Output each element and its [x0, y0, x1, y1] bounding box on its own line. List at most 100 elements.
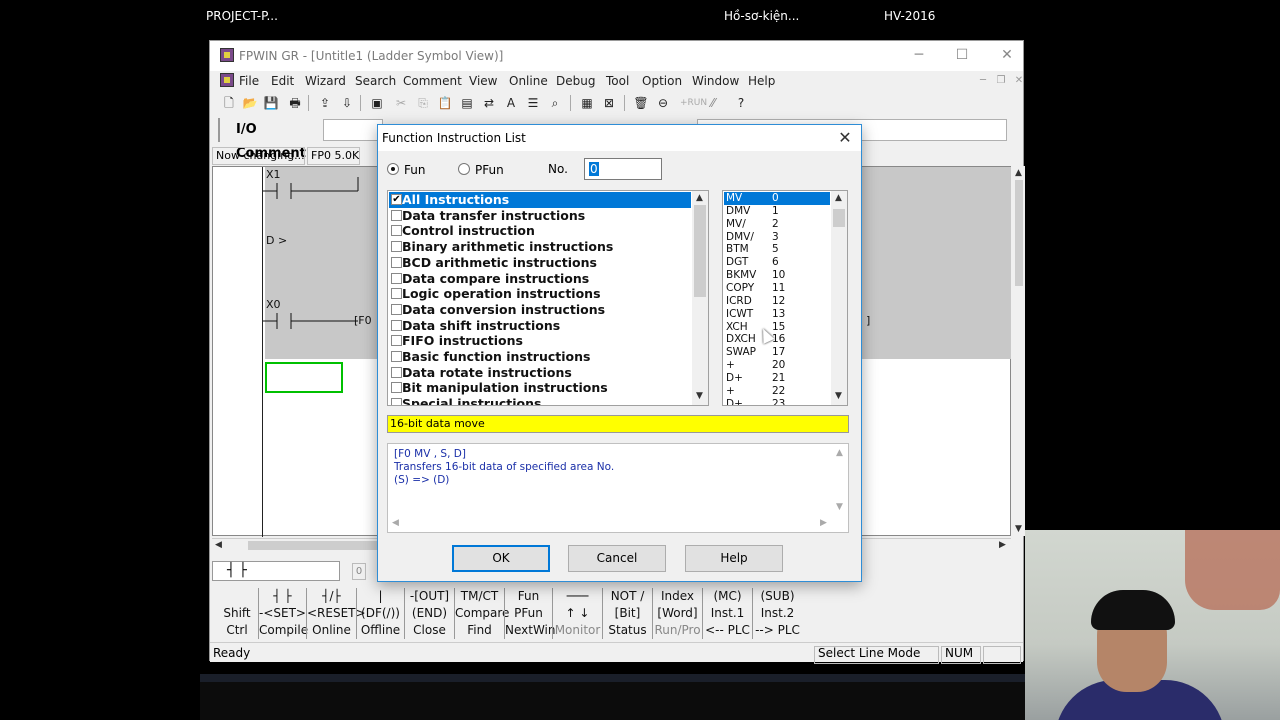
compile-icon[interactable]: ▣	[368, 94, 386, 112]
instruction-code-list[interactable]: ▲ ▼ MV 0 DMV 1 MV/2 DMV/3 BTM 5 DGT 6 BKMV 10 COPY 11…	[722, 190, 848, 406]
contact-x1[interactable]	[263, 177, 363, 203]
menu-view[interactable]: View	[469, 74, 497, 88]
clear-icon[interactable]: 🗑	[632, 94, 650, 112]
fkey-button[interactable]: Inst.1	[702, 605, 752, 622]
category-checkbox[interactable]	[391, 382, 402, 394]
insert-row-icon[interactable]: ▤	[458, 94, 476, 112]
fkey-button[interactable]: <RESET>	[306, 605, 366, 622]
fkey-button[interactable]: ┤/├	[306, 588, 356, 605]
fkey-button[interactable]: Status	[602, 622, 652, 639]
category-item[interactable]: BCD arithmetic instructions	[389, 255, 691, 271]
convert-icon[interactable]: ⇄	[480, 94, 498, 112]
window-titlebar[interactable]: FPWIN GR - [Untitle1 (Ladder Symbol View…	[210, 41, 1023, 71]
fkey-button[interactable]: ───	[552, 588, 602, 605]
code-item[interactable]: MV 0	[724, 192, 830, 205]
code-item[interactable]: DMV 1	[724, 205, 830, 218]
fun-radio[interactable]	[387, 163, 399, 175]
code-item[interactable]: MV/2	[724, 218, 830, 231]
fkey-button[interactable]: Index	[652, 588, 702, 605]
fkey-button[interactable]: Compare	[454, 605, 509, 622]
fkey-button[interactable]: (SUB)	[752, 588, 802, 605]
category-checkbox[interactable]	[391, 351, 402, 362]
menu-option[interactable]: Option	[642, 74, 682, 88]
contact-x0[interactable]	[263, 307, 363, 333]
ladder-cursor[interactable]	[265, 362, 343, 393]
fkey-button[interactable]: NOT /	[602, 588, 652, 605]
io-comment-field[interactable]	[323, 119, 383, 141]
mdi-close-icon[interactable]: ✕	[1012, 74, 1026, 88]
desktop-file-label[interactable]: Hồ-sơ-kiện...	[724, 9, 799, 23]
code-item[interactable]: D+ 21	[724, 372, 830, 385]
menu-tool[interactable]: Tool	[606, 74, 629, 88]
instruction-input-bar[interactable]: ┤ ├	[212, 561, 340, 581]
new-file-icon[interactable]: 🗋	[220, 94, 238, 112]
status-icon[interactable]: ⊠	[600, 94, 618, 112]
code-item[interactable]: +20	[724, 359, 830, 372]
menu-online[interactable]: Online	[509, 74, 548, 88]
dialog-close-icon[interactable]: ✕	[835, 128, 855, 148]
category-checkbox[interactable]	[391, 335, 402, 347]
pfun-radio[interactable]	[458, 163, 470, 175]
code-item[interactable]: +22	[724, 385, 830, 398]
minimize-icon[interactable]: ─	[905, 45, 933, 65]
category-checkbox[interactable]	[391, 225, 402, 237]
category-checkbox[interactable]	[391, 209, 402, 221]
category-checkbox[interactable]	[391, 398, 402, 405]
list-icon[interactable]: ☰	[524, 94, 542, 112]
ladder-vertical-scrollbar[interactable]: ▲ ▼	[1013, 166, 1025, 536]
no-input[interactable]: 0	[584, 158, 662, 180]
category-item[interactable]: Data conversion instructions	[389, 302, 691, 318]
fkey-button[interactable]: (MC)	[702, 588, 752, 605]
category-item[interactable]: Data shift instructions	[389, 318, 691, 334]
monitor-icon[interactable]: ▦	[578, 94, 596, 112]
mdi-restore-icon[interactable]: ❐	[994, 74, 1008, 88]
code-item[interactable]: DXCH 16	[724, 333, 830, 346]
code-item[interactable]: DMV/3	[724, 231, 830, 244]
help-button[interactable]: Help	[685, 545, 783, 572]
fkey-button[interactable]: Find	[454, 622, 504, 639]
save-icon[interactable]: 💾	[262, 94, 280, 112]
menu-comment[interactable]: Comment	[403, 74, 462, 88]
code-item[interactable]: COPY 11	[724, 282, 830, 295]
category-checkbox[interactable]	[391, 241, 402, 253]
fkey-button[interactable]: NextWin	[504, 622, 556, 639]
menu-help[interactable]: Help	[748, 74, 775, 88]
fkey-button[interactable]: -[OUT]	[404, 588, 454, 605]
fkey-button[interactable]: -<SET>	[258, 605, 306, 622]
category-item[interactable]: Bit manipulation instructions	[389, 380, 691, 396]
fkey-button[interactable]: (DF(/))	[356, 605, 404, 622]
category-item[interactable]: Data compare instructions	[389, 271, 691, 287]
paste-icon[interactable]: 📋	[436, 94, 454, 112]
code-item[interactable]: BKMV 10	[724, 269, 830, 282]
delete-icon[interactable]: ⊖	[654, 94, 672, 112]
code-scrollbar[interactable]: ▲ ▼	[831, 191, 847, 405]
category-item[interactable]: Basic function instructions	[389, 349, 691, 365]
menu-window[interactable]: Window	[692, 74, 739, 88]
fkey-button[interactable]: Inst.2	[752, 605, 802, 622]
fkey-button[interactable]: [Word]	[652, 605, 702, 622]
fkey-button[interactable]: [Bit]	[602, 605, 652, 622]
code-item[interactable]: SWAP 17	[724, 346, 830, 359]
ok-button[interactable]: OK	[452, 545, 550, 572]
menu-wizard[interactable]: Wizard	[305, 74, 346, 88]
category-checkbox[interactable]	[391, 256, 402, 268]
fkey-button[interactable]: TM/CT	[454, 588, 504, 605]
menu-search[interactable]: Search	[355, 74, 396, 88]
fkey-button[interactable]: <-- PLC	[702, 622, 752, 639]
mdi-minimize-icon[interactable]: ─	[976, 74, 990, 88]
cut-icon[interactable]: ✂	[392, 94, 410, 112]
code-item[interactable]: ICRD 12	[724, 295, 830, 308]
category-item[interactable]: Control instruction	[389, 223, 691, 239]
category-item[interactable]: Logic operation instructions	[389, 286, 691, 302]
cancel-button[interactable]: Cancel	[568, 545, 666, 572]
fkey-button[interactable]: Fun	[504, 588, 552, 605]
force-icon[interactable]: ⁄⁄	[704, 94, 722, 112]
category-item[interactable]: Special instructions	[389, 396, 691, 405]
fkey-button[interactable]: Online	[306, 622, 356, 639]
binoculars-icon[interactable]: ⌕	[546, 94, 564, 112]
desktop-file-label[interactable]: HV-2016	[884, 9, 935, 23]
category-checkbox[interactable]	[391, 303, 402, 315]
code-item[interactable]: XCH 15	[724, 321, 830, 334]
print-icon[interactable]: 🖶	[286, 94, 304, 112]
code-item[interactable]: DGT 6	[724, 256, 830, 269]
